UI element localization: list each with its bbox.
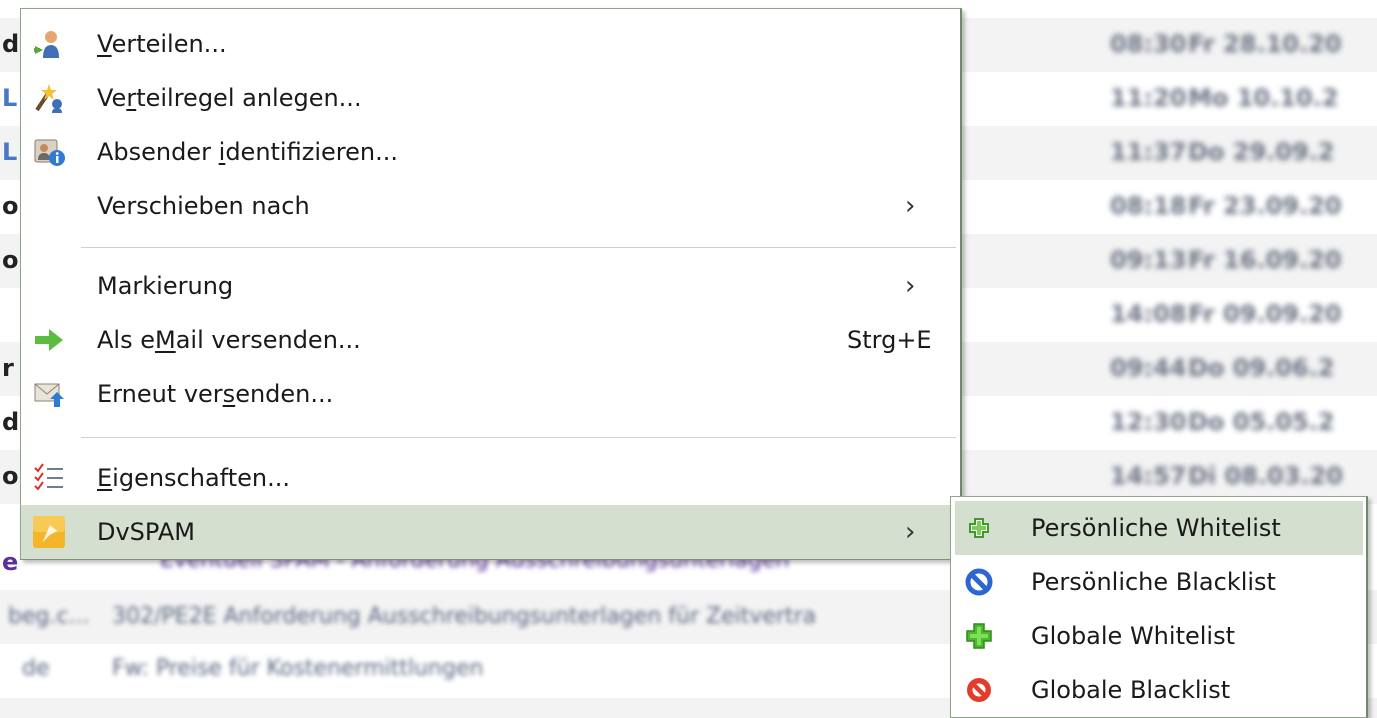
list-time: 11:37 bbox=[1110, 138, 1187, 166]
list-date: Fr 28.10.20 bbox=[1188, 30, 1342, 58]
list-sender: de bbox=[22, 656, 50, 681]
submenu-item-persoenliche-whitelist[interactable]: Persönliche Whitelist bbox=[955, 501, 1363, 555]
menu-item-absender-identifizieren[interactable]: Absender identifizieren... bbox=[21, 125, 959, 179]
checklist-icon bbox=[33, 462, 65, 494]
dvspam-submenu: Persönliche Whitelist Persönliche Blackl… bbox=[950, 496, 1368, 718]
red-prohibited-icon bbox=[965, 676, 993, 704]
list-subject: 302/PE2E Anforderung Ausschreibungsunter… bbox=[112, 604, 817, 629]
submenu-item-persoenliche-blacklist[interactable]: Persönliche Blacklist bbox=[951, 555, 1365, 609]
list-date: Fr 23.09.20 bbox=[1188, 192, 1342, 220]
menu-item-als-email-versenden[interactable]: Als eMail versenden... Strg+E bbox=[21, 313, 959, 367]
list-date: Fr 09.09.20 bbox=[1188, 300, 1342, 328]
menu-item-eigenschaften[interactable]: Eigenschaften... bbox=[21, 451, 959, 505]
dvspam-logo-icon bbox=[33, 516, 65, 548]
list-time: 14:57 bbox=[1110, 462, 1187, 490]
magic-wand-rule-icon bbox=[33, 82, 65, 114]
menu-separator bbox=[81, 247, 956, 248]
menu-item-dvspam[interactable]: DvSPAM › bbox=[21, 505, 959, 559]
list-date: Do 29.09.2 bbox=[1188, 138, 1335, 166]
list-time: 09:44 bbox=[1110, 354, 1187, 382]
list-time: 08:18 bbox=[1110, 192, 1187, 220]
submenu-item-globale-whitelist[interactable]: Globale Whitelist bbox=[951, 609, 1365, 663]
list-time: 14:08 bbox=[1110, 300, 1187, 328]
envelope-resend-icon bbox=[33, 378, 65, 410]
list-time: 11:20 bbox=[1110, 84, 1187, 112]
menu-separator bbox=[81, 437, 956, 438]
menu-item-verschieben-nach[interactable]: Verschieben nach › bbox=[21, 179, 959, 233]
green-plus-icon bbox=[965, 622, 993, 650]
person-share-icon bbox=[33, 28, 65, 60]
menu-item-erneut-versenden[interactable]: Erneut versenden... bbox=[21, 367, 959, 421]
small-green-plus-icon bbox=[965, 514, 993, 542]
list-date: Mo 10.10.2 bbox=[1188, 84, 1339, 112]
list-time: 09:13 bbox=[1110, 246, 1187, 274]
list-time: 12:30 bbox=[1110, 408, 1187, 436]
shortcut-label: Strg+E bbox=[847, 326, 932, 354]
submenu-item-globale-blacklist[interactable]: Globale Blacklist bbox=[951, 663, 1365, 717]
list-time: 08:30 bbox=[1110, 30, 1187, 58]
chevron-right-icon: › bbox=[905, 517, 916, 547]
green-arrow-right-icon bbox=[33, 324, 65, 356]
menu-item-verteilen[interactable]: Verteilen... bbox=[21, 17, 959, 71]
menu-item-verteilregel-anlegen[interactable]: Verteilregel anlegen... bbox=[21, 71, 959, 125]
list-date: Do 05.05.2 bbox=[1188, 408, 1335, 436]
list-subject: Fw: Preise für Kostenermittlungen bbox=[112, 656, 484, 681]
list-date: Do 09.06.2 bbox=[1188, 354, 1335, 382]
list-date: Di 08.03.20 bbox=[1188, 462, 1343, 490]
list-date: Fr 16.09.20 bbox=[1188, 246, 1342, 274]
contact-card-info-icon bbox=[33, 136, 65, 168]
blue-prohibited-icon bbox=[965, 568, 993, 596]
chevron-right-icon: › bbox=[905, 271, 916, 301]
chevron-right-icon: › bbox=[905, 191, 916, 221]
context-menu: Verteilen... Verteilregel anlegen... Abs… bbox=[20, 8, 962, 560]
list-sender: beg.c... bbox=[8, 604, 90, 629]
menu-item-markierung[interactable]: Markierung › bbox=[21, 259, 959, 313]
